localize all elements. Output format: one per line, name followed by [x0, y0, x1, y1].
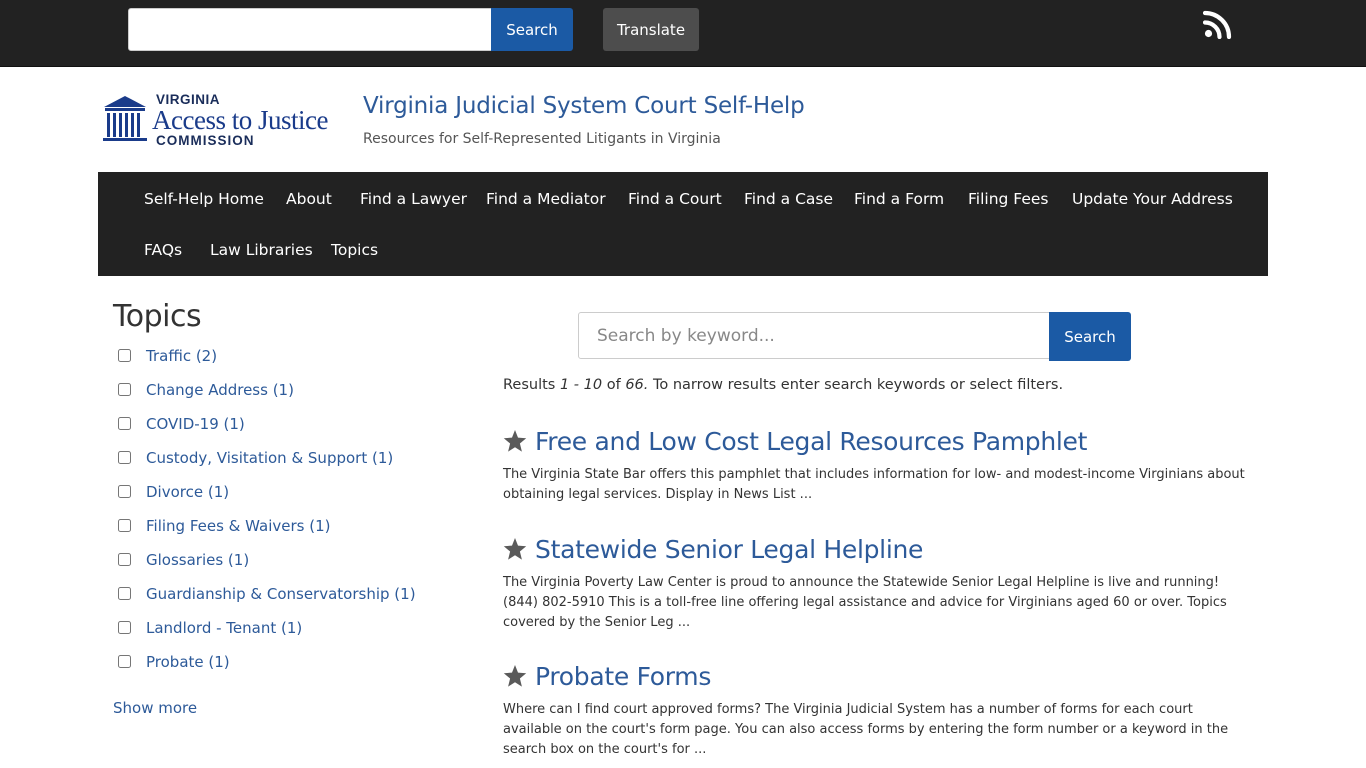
- star-icon[interactable]: [503, 664, 527, 688]
- facet-label[interactable]: Probate (1): [146, 653, 230, 671]
- facet-checkbox[interactable]: [118, 417, 131, 430]
- results-total: 66.: [625, 377, 649, 393]
- show-more-link[interactable]: Show more: [113, 699, 197, 717]
- results-prefix: Results: [503, 377, 560, 393]
- nav-item-find-a-mediator[interactable]: Find a Mediator: [486, 190, 606, 208]
- facet-checkbox[interactable]: [118, 553, 131, 566]
- nav-item-filing-fees[interactable]: Filing Fees: [968, 190, 1049, 208]
- site-subtitle: Resources for Self-Represented Litigants…: [363, 131, 721, 147]
- nav-item-find-a-case[interactable]: Find a Case: [744, 190, 833, 208]
- facet-checkbox[interactable]: [118, 587, 131, 600]
- nav-item-about[interactable]: About: [286, 190, 332, 208]
- result-title-link[interactable]: Probate Forms: [535, 662, 711, 691]
- result-snippet: The Virginia Poverty Law Center is proud…: [503, 575, 1227, 630]
- facet-label[interactable]: COVID-19 (1): [146, 415, 245, 433]
- facet-checkbox[interactable]: [118, 519, 131, 532]
- nav-item-law-libraries[interactable]: Law Libraries: [210, 241, 313, 259]
- nav-item-topics[interactable]: Topics: [331, 241, 378, 259]
- top-search-input[interactable]: [128, 8, 492, 51]
- result-title-link[interactable]: Free and Low Cost Legal Resources Pamphl…: [535, 427, 1087, 456]
- facet-label[interactable]: Traffic (2): [146, 347, 217, 365]
- nav-item-self-help-home[interactable]: Self-Help Home: [144, 190, 264, 208]
- facet-label[interactable]: Guardianship & Conservatorship (1): [146, 585, 416, 603]
- result-item: Statewide Senior Legal Helpline The Virg…: [503, 535, 1253, 633]
- nav-item-find-a-form[interactable]: Find a Form: [854, 190, 944, 208]
- results-summary: Results 1 - 10 of 66. To narrow results …: [503, 377, 1063, 393]
- logo-text-main: Access to Justice: [152, 105, 328, 135]
- results-of: of: [602, 377, 626, 393]
- logo-text-bottom: COMMISSION: [156, 133, 255, 148]
- facet-label[interactable]: Filing Fees & Waivers (1): [146, 517, 330, 535]
- courthouse-icon: [103, 96, 147, 141]
- results-range: 1 - 10: [559, 377, 603, 393]
- facet-label[interactable]: Landlord - Tenant (1): [146, 619, 302, 637]
- keyword-search-button[interactable]: Search: [1049, 312, 1131, 361]
- result-item: Probate Forms Where can I find court app…: [503, 662, 1253, 760]
- site-logo[interactable]: VIRGINIA Access to Justice COMMISSION: [102, 92, 342, 150]
- facet-label[interactable]: Divorce (1): [146, 483, 229, 501]
- facet-checkbox[interactable]: [118, 383, 131, 396]
- nav-item-update-your-address[interactable]: Update Your Address: [1072, 190, 1233, 208]
- facet-checkbox[interactable]: [118, 655, 131, 668]
- results-suffix: To narrow results enter search keywords …: [648, 377, 1064, 393]
- top-bar: Search Translate: [0, 0, 1366, 67]
- nav-item-faqs[interactable]: FAQs: [144, 241, 182, 259]
- facet-label[interactable]: Change Address (1): [146, 381, 294, 399]
- rss-icon[interactable]: [1203, 9, 1233, 39]
- result-title-link[interactable]: Statewide Senior Legal Helpline: [535, 535, 923, 564]
- site-title[interactable]: Virginia Judicial System Court Self-Help: [363, 93, 805, 119]
- translate-button[interactable]: Translate: [603, 8, 699, 51]
- facet-label[interactable]: Custody, Visitation & Support (1): [146, 449, 393, 467]
- facet-checkbox[interactable]: [118, 349, 131, 362]
- main-nav: Self-Help Home About Find a Lawyer Find …: [98, 172, 1268, 276]
- sidebar-title: Topics: [113, 299, 202, 334]
- top-search-button[interactable]: Search: [491, 8, 573, 51]
- result-snippet: Where can I find court approved forms? T…: [503, 702, 1229, 757]
- result-snippet: The Virginia State Bar offers this pamph…: [503, 467, 1245, 502]
- facet-checkbox[interactable]: [118, 485, 131, 498]
- nav-item-find-a-lawyer[interactable]: Find a Lawyer: [360, 190, 467, 208]
- facet-checkbox[interactable]: [118, 451, 131, 464]
- star-icon[interactable]: [503, 537, 527, 561]
- keyword-search-input[interactable]: [578, 312, 1050, 359]
- result-item: Free and Low Cost Legal Resources Pamphl…: [503, 427, 1253, 505]
- facet-checkbox[interactable]: [118, 621, 131, 634]
- facet-label[interactable]: Glossaries (1): [146, 551, 249, 569]
- star-icon[interactable]: [503, 429, 527, 453]
- nav-item-find-a-court[interactable]: Find a Court: [628, 190, 722, 208]
